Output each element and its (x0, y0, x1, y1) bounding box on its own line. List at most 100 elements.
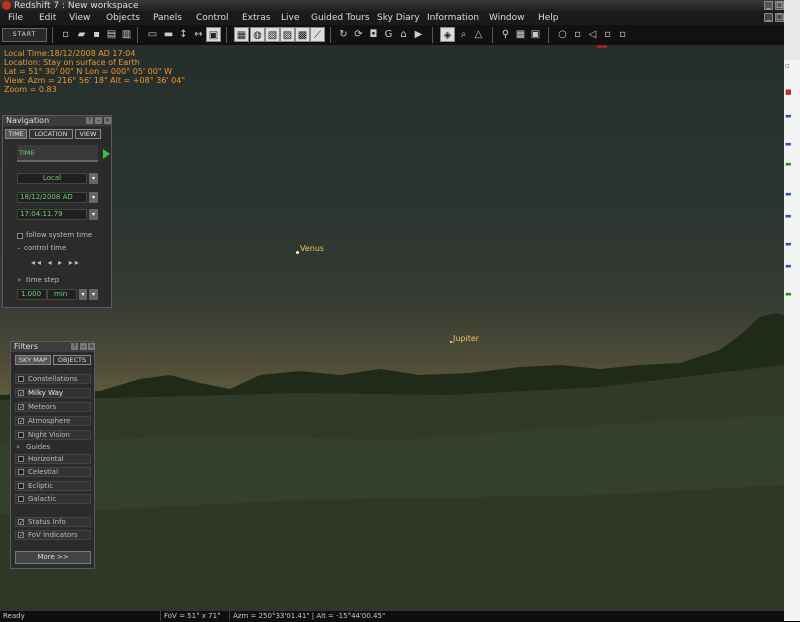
time-control-buttons[interactable]: ◂◂ ◂ ▸ ▸▸ (31, 258, 81, 267)
diagonal-icon[interactable]: ⟋ (310, 27, 325, 42)
menu-sky-diary[interactable]: Sky Diary (377, 12, 420, 25)
refresh-icon[interactable]: ⟳ (351, 27, 366, 42)
home-icon[interactable]: ⌂ (396, 27, 411, 42)
minimize-icon[interactable]: – (80, 343, 87, 350)
info-icon[interactable]: ▫ (615, 27, 630, 42)
filter-checkbox[interactable]: ✓ (18, 404, 24, 411)
menu-window[interactable]: Window (489, 12, 525, 25)
tab-view[interactable]: VIEW (75, 129, 101, 139)
menu-file[interactable]: File (8, 12, 23, 25)
minimize-icon[interactable]: – (95, 117, 102, 124)
step-spin-icon[interactable]: ▾ (89, 289, 98, 300)
date-spin-icon[interactable]: ▾ (89, 192, 98, 203)
guide-checkbox[interactable] (18, 496, 24, 502)
guide-galactic[interactable]: Galactic (15, 494, 91, 504)
minimize-button[interactable]: _ (764, 1, 773, 10)
select-icon[interactable]: ◈ (440, 27, 455, 42)
help-icon[interactable]: ? (71, 343, 78, 350)
rotate-icon[interactable]: ↻ (336, 27, 351, 42)
filter-checkbox[interactable]: ✓ (18, 390, 24, 397)
guide-horizontal[interactable]: Horizontal (15, 454, 91, 464)
start-button[interactable]: START (2, 28, 47, 42)
filter-checkbox[interactable] (18, 432, 24, 438)
menu-information[interactable]: Information (427, 12, 479, 25)
jupiter-marker[interactable] (450, 341, 452, 343)
filter-status-info[interactable]: ✓ Status Info (15, 517, 91, 527)
new-icon[interactable]: ▫ (58, 27, 73, 42)
chart-view-icon[interactable]: ▨ (280, 27, 295, 42)
save-icon[interactable]: ▪ (89, 27, 104, 42)
back-icon[interactable]: ◁ (585, 27, 600, 42)
time-spin-icon[interactable]: ▾ (89, 209, 98, 220)
time-step-expand-icon[interactable]: » (17, 276, 21, 285)
maximize-button[interactable]: □ (775, 1, 784, 10)
open-icon[interactable]: ▰ (74, 27, 89, 42)
filter-checkbox[interactable]: ✓ (18, 418, 24, 425)
image-icon[interactable]: ▣ (528, 27, 543, 42)
grid-icon[interactable]: ▦ (513, 27, 528, 42)
filter-checkbox[interactable]: ✓ (18, 519, 24, 526)
help-icon[interactable]: ? (86, 117, 93, 124)
view-icon[interactable]: ▦ (234, 27, 249, 42)
menu-live[interactable]: Live (281, 12, 299, 25)
menu-objects[interactable]: Objects (106, 12, 140, 25)
menu-help[interactable]: Help (538, 12, 559, 25)
fullscreen-icon[interactable]: ▣ (206, 27, 221, 42)
time-mode-dropdown-icon[interactable]: ▾ (89, 173, 98, 184)
filter-fov-indicators[interactable]: ✓ FoV Indicators (15, 530, 91, 540)
step-unit-select[interactable]: min (47, 289, 77, 300)
close-icon[interactable]: × (88, 343, 95, 350)
close-icon[interactable]: × (104, 117, 111, 124)
horizontal-resize-icon[interactable]: ↔ (191, 27, 206, 42)
follow-system-time-checkbox[interactable] (17, 233, 23, 239)
tab-sky-map[interactable]: SKY MAP (15, 355, 51, 365)
filter-night-vision[interactable]: Night Vision (15, 430, 91, 440)
menu-edit[interactable]: Edit (39, 12, 56, 25)
time-field[interactable]: 17:04:11.79 (17, 209, 87, 220)
guide-ecliptic[interactable]: Ecliptic (15, 481, 91, 491)
filter-milky-way[interactable]: ✓ Milky Way (15, 388, 91, 398)
filter-atmosphere[interactable]: ✓ Atmosphere (15, 416, 91, 426)
filter-constellations[interactable]: Constellations (15, 374, 91, 384)
more-button[interactable]: More >> (15, 551, 91, 564)
sky-view[interactable]: Local Time:18/12/2008 AD 17:04 Location:… (0, 45, 784, 610)
vertical-resize-icon[interactable]: ↕ (176, 27, 191, 42)
menu-control[interactable]: Control (196, 12, 229, 25)
guides-expand-icon[interactable]: » (16, 443, 20, 452)
guide-checkbox[interactable] (18, 469, 24, 475)
history-icon[interactable]: ▫ (600, 27, 615, 42)
menu-panels[interactable]: Panels (153, 12, 182, 25)
panel-icon[interactable]: ▭ (145, 27, 160, 42)
venus-marker[interactable] (296, 251, 299, 254)
menu-guided-tours[interactable]: Guided Tours (311, 12, 370, 25)
target-icon[interactable]: ◘ (366, 27, 381, 42)
play-time-icon[interactable] (103, 149, 110, 159)
menu-view[interactable]: View (69, 12, 90, 25)
time-mode-select[interactable]: Local (17, 173, 87, 184)
measure-icon[interactable]: △ (471, 27, 486, 42)
tab-time[interactable]: TIME (5, 129, 27, 139)
filter-checkbox[interactable]: ✓ (18, 532, 24, 539)
export-icon[interactable]: ▥ (119, 27, 134, 42)
print-icon[interactable]: ▤ (104, 27, 119, 42)
record-icon[interactable]: ○ (555, 27, 570, 42)
play-icon[interactable]: ▶ (411, 27, 426, 42)
link-icon[interactable]: ⚲ (498, 27, 513, 42)
venus-label[interactable]: Venus (300, 244, 324, 253)
window-icon[interactable]: ▬ (161, 27, 176, 42)
tab-location[interactable]: LOCATION (29, 129, 73, 139)
guide-checkbox[interactable] (18, 483, 24, 489)
filter-meteors[interactable]: ✓ Meteors (15, 402, 91, 412)
globe-icon[interactable]: ◍ (250, 27, 265, 42)
guide-checkbox[interactable] (18, 456, 24, 462)
filter-checkbox[interactable] (18, 376, 24, 382)
zoom-icon[interactable]: ⌕ (456, 27, 471, 42)
doc-minimize-button[interactable]: _ (764, 13, 773, 22)
photo-icon[interactable]: ▧ (265, 27, 280, 42)
step-unit-dropdown-icon[interactable]: ▾ (79, 289, 87, 300)
jupiter-label[interactable]: Jupiter (453, 334, 479, 343)
control-time-collapse-icon[interactable]: – (17, 244, 21, 253)
date-field[interactable]: 18/12/2008 AD (17, 192, 87, 203)
doc-restore-button[interactable]: □ (775, 13, 784, 22)
map-view-icon[interactable]: ▩ (295, 27, 310, 42)
